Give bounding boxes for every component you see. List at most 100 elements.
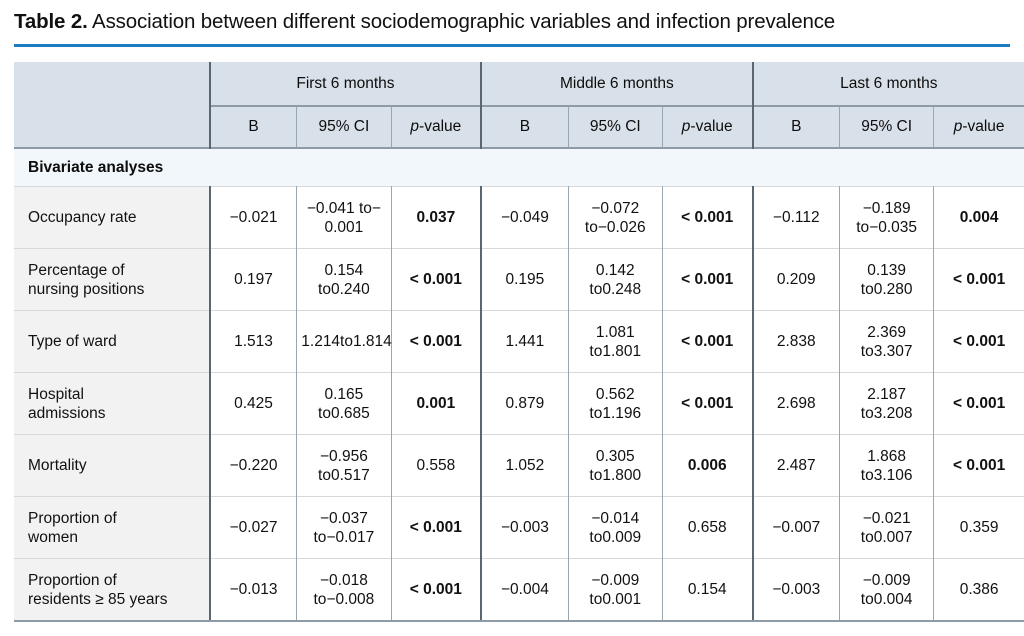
cell-last-b: −0.112	[753, 187, 840, 249]
cell-first-b: −0.220	[210, 435, 297, 497]
table-row: Mortality−0.220−0.956 to0.5170.5581.0520…	[14, 435, 1024, 497]
ci-upper-bound: 0.007	[874, 529, 913, 546]
header-middle-ci: 95% CI	[568, 106, 662, 148]
cell-last-ci: −0.021 to0.007	[840, 497, 934, 559]
row-label-line1: Occupancy rate	[28, 208, 203, 227]
cell-middle-b: −0.003	[481, 497, 568, 559]
header-group-first: First 6 months	[210, 62, 481, 106]
cell-first-pvalue: < 0.001	[391, 311, 481, 373]
cell-first-pvalue: 0.001	[391, 373, 481, 435]
cell-first-b: −0.027	[210, 497, 297, 559]
row-label-line1: Proportion of	[28, 509, 203, 528]
cell-first-ci: 1.214to1.814	[297, 311, 391, 373]
cell-first-ci: −0.018 to−0.008	[297, 559, 391, 622]
ci-upper-bound: 3.106	[874, 467, 913, 484]
table-number: Table 2.	[14, 10, 88, 33]
header-last-pvalue: p-value	[934, 106, 1024, 148]
ci-upper-bound: 3.208	[874, 405, 913, 422]
header-row-metrics: B 95% CI p-value B 95% CI p-value B 95% …	[14, 106, 1024, 148]
cell-middle-b: 1.052	[481, 435, 568, 497]
row-label: Proportion ofwomen	[14, 497, 210, 559]
ci-upper-bound: 0.240	[331, 281, 370, 298]
ci-upper-bound: −0.017	[326, 529, 374, 546]
cell-first-b: 1.513	[210, 311, 297, 373]
row-label: Mortality	[14, 435, 210, 497]
cell-last-b: 2.487	[753, 435, 840, 497]
ci-upper-bound: −0.008	[326, 591, 374, 608]
table-head: First 6 months Middle 6 months Last 6 mo…	[14, 62, 1024, 148]
page-title: Table 2. Association between different s…	[14, 9, 1010, 35]
header-subcorner-cell	[14, 106, 210, 148]
cell-middle-pvalue: < 0.001	[662, 373, 752, 435]
section-label: Bivariate analyses	[14, 148, 1024, 187]
cell-last-b: 0.209	[753, 249, 840, 311]
row-label: Proportion ofresidents ≥ 85 years	[14, 559, 210, 622]
section-header-row: Bivariate analyses	[14, 148, 1024, 187]
cell-first-ci: −0.041 to− 0.001	[297, 187, 391, 249]
cell-middle-ci: −0.009 to0.001	[568, 559, 662, 622]
ci-upper-bound: −0.026	[598, 219, 646, 236]
cell-middle-pvalue: 0.154	[662, 559, 752, 622]
cell-first-pvalue: < 0.001	[391, 559, 481, 622]
cell-middle-ci: 1.081 to1.801	[568, 311, 662, 373]
cell-last-pvalue: < 0.001	[934, 249, 1024, 311]
ci-upper-bound: 0.685	[331, 405, 370, 422]
cell-last-pvalue: 0.004	[934, 187, 1024, 249]
row-label-line1: Proportion of	[28, 571, 203, 590]
cell-last-ci: 0.139 to0.280	[840, 249, 934, 311]
ci-upper-bound: 0.004	[874, 591, 913, 608]
row-label-line2: nursing positions	[28, 280, 203, 299]
table-caption-text: Association between different sociodemog…	[88, 10, 835, 33]
cell-first-ci: 0.165 to0.685	[297, 373, 391, 435]
row-label-line1: Mortality	[28, 456, 203, 475]
cell-middle-pvalue: 0.006	[662, 435, 752, 497]
ci-upper-bound: 0.001	[602, 591, 641, 608]
cell-last-ci: −0.189 to−0.035	[840, 187, 934, 249]
cell-last-pvalue: 0.359	[934, 497, 1024, 559]
cell-middle-ci: −0.014 to0.009	[568, 497, 662, 559]
ci-upper-bound: 0.517	[331, 467, 370, 484]
cell-middle-b: −0.004	[481, 559, 568, 622]
cell-middle-ci: 0.305 to1.800	[568, 435, 662, 497]
header-first-ci: 95% CI	[297, 106, 391, 148]
cell-first-b: 0.197	[210, 249, 297, 311]
cell-middle-b: −0.049	[481, 187, 568, 249]
ci-upper-bound: 3.307	[874, 343, 913, 360]
table-row: Hospitaladmissions0.4250.165 to0.6850.00…	[14, 373, 1024, 435]
cell-first-b: −0.013	[210, 559, 297, 622]
cell-last-b: 2.838	[753, 311, 840, 373]
cell-first-b: −0.021	[210, 187, 297, 249]
ci-upper-bound: −0.035	[869, 219, 917, 236]
cell-last-ci: 2.369 to3.307	[840, 311, 934, 373]
header-corner-cell	[14, 62, 210, 106]
cell-last-ci: −0.009 to0.004	[840, 559, 934, 622]
ci-upper-bound: 0.009	[602, 529, 641, 546]
row-label-line1: Percentage of	[28, 261, 203, 280]
cell-middle-b: 0.879	[481, 373, 568, 435]
association-table: First 6 months Middle 6 months Last 6 mo…	[14, 62, 1024, 622]
ci-upper-bound: 1.800	[602, 467, 641, 484]
row-label: Hospitaladmissions	[14, 373, 210, 435]
cell-middle-b: 0.195	[481, 249, 568, 311]
cell-last-pvalue: < 0.001	[934, 311, 1024, 373]
header-last-ci: 95% CI	[840, 106, 934, 148]
cell-middle-ci: 0.142 to0.248	[568, 249, 662, 311]
row-label: Occupancy rate	[14, 187, 210, 249]
ci-upper-bound: 0.280	[874, 281, 913, 298]
ci-upper-bound: 1.814	[353, 333, 392, 350]
table-row: Percentage ofnursing positions0.1970.154…	[14, 249, 1024, 311]
header-first-b: B	[210, 106, 297, 148]
header-first-pvalue: p-value	[391, 106, 481, 148]
table-caption: Table 2. Association between different s…	[0, 0, 1024, 35]
cell-middle-pvalue: < 0.001	[662, 187, 752, 249]
table-row: Occupancy rate−0.021−0.041 to− 0.0010.03…	[14, 187, 1024, 249]
header-row-groups: First 6 months Middle 6 months Last 6 mo…	[14, 62, 1024, 106]
cell-middle-ci: 0.562 to1.196	[568, 373, 662, 435]
cell-first-pvalue: 0.558	[391, 435, 481, 497]
row-label: Type of ward	[14, 311, 210, 373]
cell-last-b: −0.003	[753, 559, 840, 622]
cell-last-pvalue: < 0.001	[934, 373, 1024, 435]
table-container: First 6 months Middle 6 months Last 6 mo…	[14, 62, 1010, 622]
cell-first-ci: −0.956 to0.517	[297, 435, 391, 497]
row-label-line1: Hospital	[28, 385, 203, 404]
